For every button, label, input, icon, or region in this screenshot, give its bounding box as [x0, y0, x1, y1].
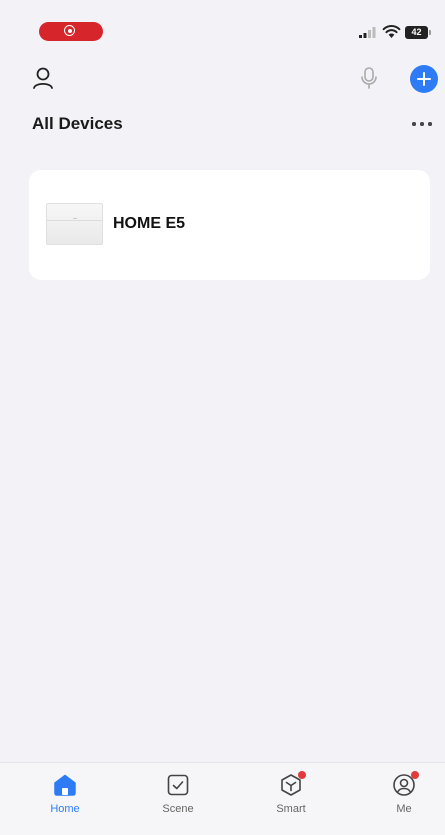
battery-icon: 42 [405, 26, 428, 39]
tab-home[interactable]: Home [30, 771, 100, 827]
section-header: All Devices [0, 108, 445, 140]
scene-checkbox-icon [167, 774, 189, 796]
tab-scene-label: Scene [162, 803, 194, 815]
notification-badge [298, 771, 306, 779]
tab-me[interactable]: Me [369, 771, 439, 827]
device-thumbnail [46, 203, 103, 245]
battery-indicator: 42 [405, 26, 432, 39]
ellipsis-dot [428, 122, 432, 126]
tab-bar: Home Scene Smart Me [0, 762, 445, 835]
more-options-button[interactable] [410, 120, 434, 128]
notification-badge [411, 771, 419, 779]
cellular-signal-icon [359, 27, 376, 38]
tab-smart-label: Smart [276, 803, 306, 815]
record-dot [67, 28, 72, 33]
status-bar: 42 [0, 0, 445, 58]
page-title: All Devices [32, 114, 123, 133]
tab-home-label: Home [50, 803, 80, 815]
microphone-icon[interactable] [359, 67, 379, 89]
wifi-icon [382, 25, 401, 38]
ellipsis-icon [412, 122, 416, 126]
plus-icon-stroke [422, 72, 426, 86]
screen-recording-indicator[interactable] [39, 22, 103, 41]
device-thumbnail-led [73, 218, 77, 219]
device-card[interactable]: HOME E5 [29, 170, 430, 280]
ellipsis-dot [420, 122, 424, 126]
home-icon [54, 774, 76, 796]
battery-nub [429, 30, 431, 35]
add-device-button[interactable] [410, 65, 438, 93]
battery-level: 42 [411, 27, 422, 37]
tab-me-label: Me [396, 803, 412, 815]
top-bar [0, 58, 445, 98]
device-name: HOME E5 [113, 215, 186, 232]
tab-scene[interactable]: Scene [143, 771, 213, 827]
device-thumbnail-seam [47, 220, 102, 221]
person-icon[interactable] [32, 66, 54, 90]
tab-smart[interactable]: Smart [256, 771, 326, 827]
